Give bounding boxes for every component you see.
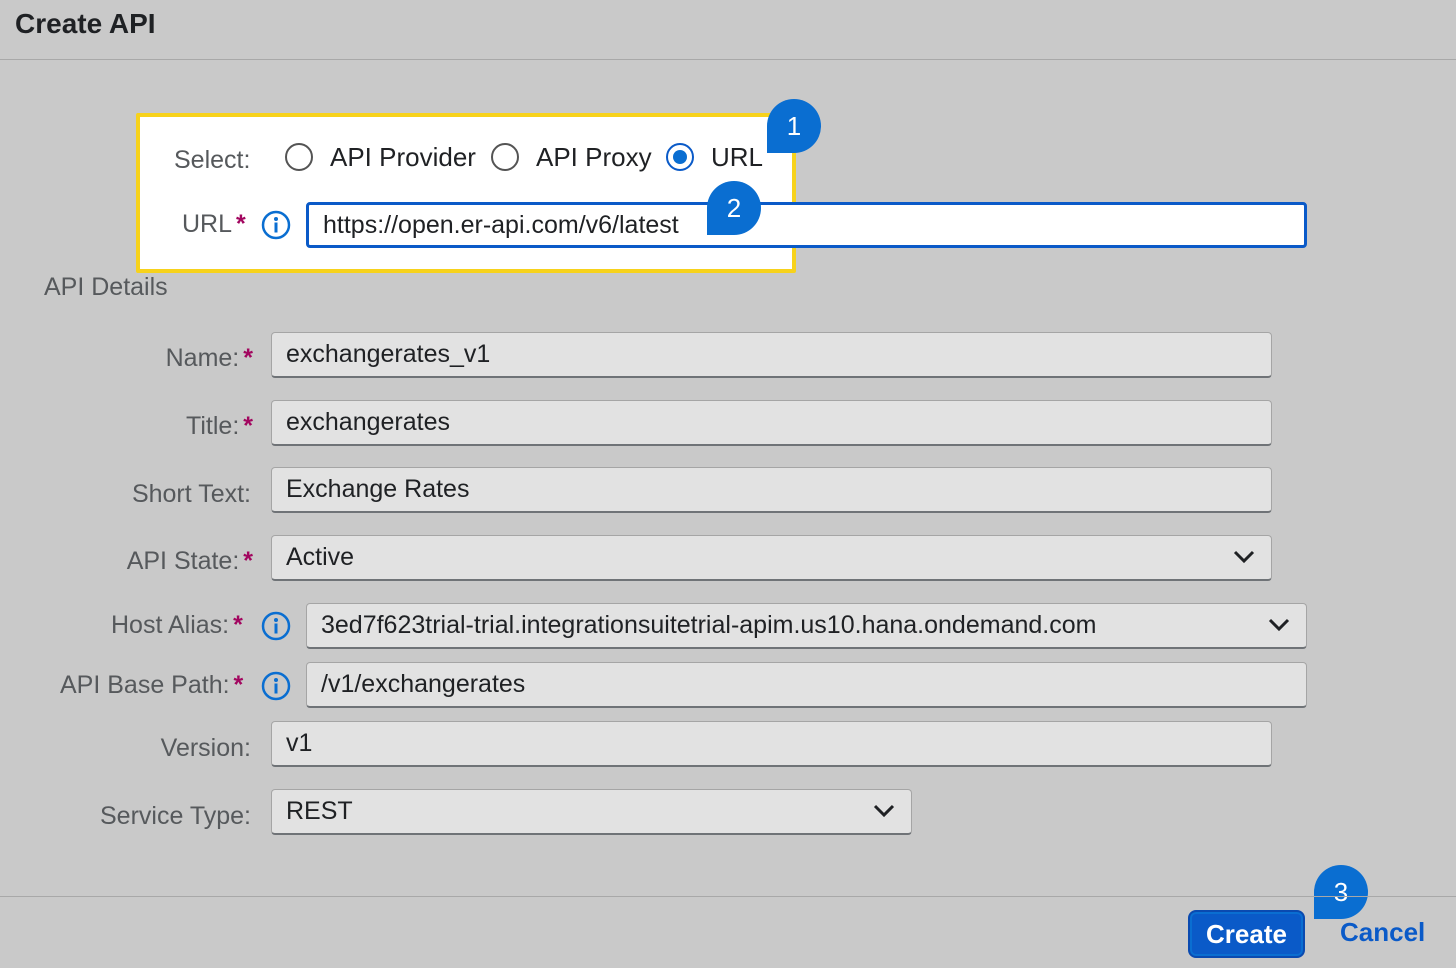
required-marker: * xyxy=(243,547,253,575)
title-label-text: Title: xyxy=(186,412,240,440)
radio-url-label[interactable]: URL xyxy=(711,142,763,173)
api-state-label: API State: * xyxy=(127,547,253,576)
service-type-select[interactable]: REST xyxy=(271,789,912,835)
radio-url[interactable] xyxy=(666,143,694,171)
info-icon[interactable] xyxy=(261,671,291,701)
footer-divider xyxy=(0,896,1456,897)
cancel-button[interactable]: Cancel xyxy=(1340,917,1425,948)
create-button[interactable]: Create xyxy=(1188,910,1305,958)
version-input[interactable]: v1 xyxy=(271,721,1272,767)
name-label: Name: * xyxy=(166,344,253,373)
required-marker: * xyxy=(236,210,246,238)
host-alias-label-text: Host Alias: xyxy=(111,611,230,639)
info-icon[interactable] xyxy=(261,611,291,641)
service-type-label: Service Type: xyxy=(99,802,251,830)
name-label-text: Name: xyxy=(165,344,240,372)
chevron-down-icon xyxy=(1233,550,1255,564)
info-icon[interactable] xyxy=(261,210,291,240)
url-label: URL * xyxy=(182,210,246,239)
base-path-input[interactable]: /v1/exchangerates xyxy=(306,662,1307,708)
url-input[interactable]: https://open.er-api.com/v6/latest xyxy=(306,202,1307,248)
select-label: Select: xyxy=(174,146,251,174)
required-marker: * xyxy=(233,611,243,639)
callout-2: 2 xyxy=(707,181,761,235)
host-alias-value: 3ed7f623trial-trial.integrationsuitetria… xyxy=(321,611,1097,639)
version-label: Version: xyxy=(160,734,251,762)
highlight-box xyxy=(136,113,796,273)
required-marker: * xyxy=(243,412,253,440)
dialog-title: Create API xyxy=(15,8,156,39)
radio-api-provider[interactable] xyxy=(285,143,313,171)
url-label-text: URL xyxy=(182,210,233,238)
host-alias-label: Host Alias: * xyxy=(111,611,243,640)
name-input[interactable]: exchangerates_v1 xyxy=(271,332,1272,378)
title-label: Title: * xyxy=(186,412,253,441)
service-type-value: REST xyxy=(286,797,353,825)
callout-3: 3 xyxy=(1314,865,1368,919)
host-alias-select[interactable]: 3ed7f623trial-trial.integrationsuitetria… xyxy=(306,603,1307,649)
radio-api-proxy-label[interactable]: API Proxy xyxy=(536,142,652,173)
api-state-value: Active xyxy=(286,543,355,571)
radio-api-provider-label[interactable]: API Provider xyxy=(330,142,476,173)
radio-api-proxy[interactable] xyxy=(491,143,519,171)
base-path-label: API Base Path: * xyxy=(60,671,243,700)
api-state-label-text: API State: xyxy=(126,547,240,575)
callout-1: 1 xyxy=(767,99,821,153)
base-path-label-text: API Base Path: xyxy=(60,671,230,699)
short-text-label: Short Text: xyxy=(131,480,251,508)
short-text-input[interactable]: Exchange Rates xyxy=(271,467,1272,513)
chevron-down-icon xyxy=(1268,618,1290,632)
api-state-select[interactable]: Active xyxy=(271,535,1272,581)
chevron-down-icon xyxy=(873,804,895,818)
header-divider xyxy=(0,59,1456,60)
required-marker: * xyxy=(243,344,253,372)
required-marker: * xyxy=(233,671,244,699)
api-details-title: API Details xyxy=(44,273,168,301)
title-input[interactable]: exchangerates xyxy=(271,400,1272,446)
